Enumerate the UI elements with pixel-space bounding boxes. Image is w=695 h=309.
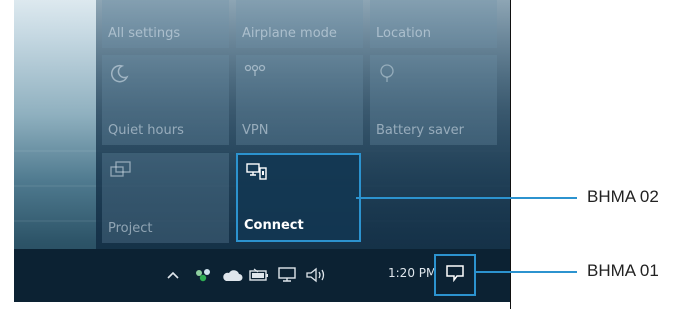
clock[interactable]: 1:20 PM [388, 266, 436, 280]
action-center-panel: All settings Airplane mode Location Quie… [96, 0, 510, 249]
onedrive-icon[interactable] [220, 265, 244, 285]
tile-label: Quiet hours [108, 123, 184, 138]
screen-edge-divider [510, 0, 511, 309]
tile-label: Project [108, 221, 153, 236]
desktop-screen: All settings Airplane mode Location Quie… [14, 0, 510, 302]
tile-label: Connect [244, 218, 304, 233]
callout-label-connect: BHMA 02 [587, 187, 659, 206]
tile-label: Airplane mode [242, 26, 337, 41]
tile-battery-saver[interactable]: Battery saver [370, 55, 497, 145]
battery-saver-icon [378, 63, 396, 87]
callout-line-notification [476, 271, 577, 273]
tile-label: All settings [108, 26, 181, 41]
tile-location[interactable]: Location [370, 0, 497, 48]
taskbar: 1:20 PM [14, 249, 510, 302]
chevron-up-icon[interactable] [164, 265, 182, 285]
tile-airplane-mode[interactable]: Airplane mode [236, 0, 363, 48]
app-tray-icon[interactable] [192, 265, 214, 285]
tile-vpn[interactable]: VPN [236, 55, 363, 145]
tile-project[interactable]: Project [102, 153, 229, 243]
tile-all-settings[interactable]: All settings [102, 0, 229, 48]
tile-label: Location [376, 26, 431, 41]
tile-quiet-hours[interactable]: Quiet hours [102, 55, 229, 145]
volume-icon[interactable] [304, 265, 330, 285]
project-icon [110, 161, 132, 183]
battery-icon[interactable] [248, 265, 270, 285]
vpn-icon [244, 63, 266, 83]
callout-line-connect [356, 197, 577, 199]
moon-icon [110, 63, 130, 87]
network-icon[interactable] [276, 265, 298, 285]
tile-label: Battery saver [376, 123, 465, 138]
callout-label-notification: BHMA 01 [587, 261, 659, 280]
notification-icon [445, 264, 465, 286]
tile-connect[interactable]: Connect [236, 153, 361, 242]
notification-center-button[interactable] [434, 254, 476, 296]
tile-label: VPN [242, 123, 269, 138]
connect-icon [246, 163, 268, 185]
